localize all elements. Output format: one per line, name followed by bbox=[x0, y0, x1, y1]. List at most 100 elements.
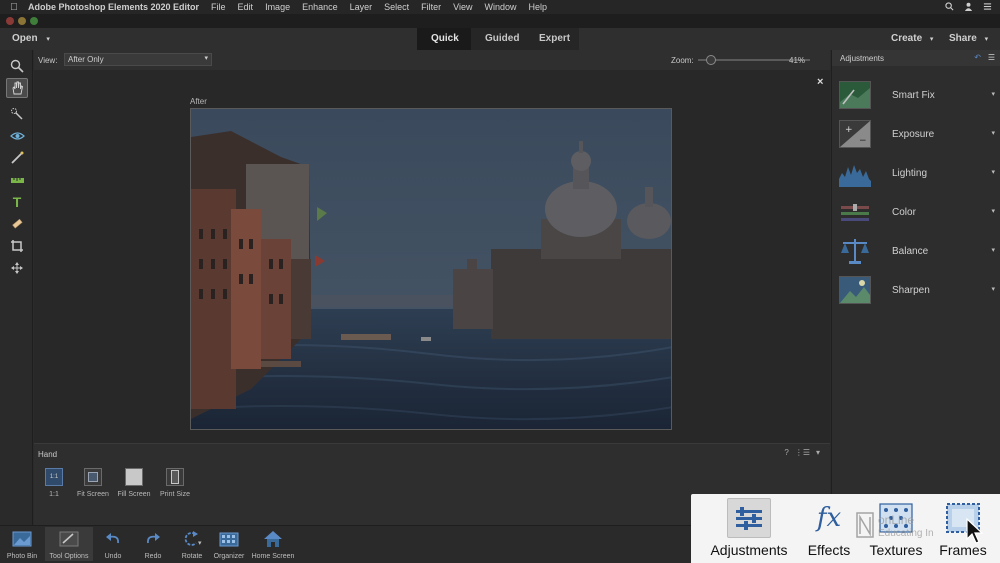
undo-button[interactable]: Undo bbox=[98, 529, 128, 560]
organizer-button[interactable]: Organizer bbox=[210, 529, 248, 560]
menu-file[interactable]: File bbox=[211, 2, 226, 12]
adjustment-exposure[interactable]: + − Exposure ▾ bbox=[839, 120, 999, 150]
venice-photo bbox=[191, 109, 671, 429]
window-minimize-button[interactable] bbox=[18, 17, 26, 25]
lighting-label: Lighting bbox=[892, 168, 928, 179]
print-size-label: Print Size bbox=[160, 491, 190, 498]
effects-panel-button[interactable]: fx Effects bbox=[801, 498, 857, 560]
straighten-tool-icon[interactable] bbox=[6, 170, 28, 190]
help-icon[interactable]: ? bbox=[784, 448, 788, 457]
zoom-value: 41% bbox=[789, 56, 806, 65]
tool-options-title: Hand bbox=[38, 450, 58, 459]
menu-select[interactable]: Select bbox=[384, 2, 409, 12]
view-select-value: After Only bbox=[68, 55, 104, 64]
tab-guided[interactable]: Guided bbox=[471, 28, 525, 50]
rotate-button[interactable]: ▾ Rotate bbox=[176, 529, 208, 560]
spot-healing-tool-icon[interactable] bbox=[6, 214, 28, 234]
crop-tool-icon[interactable] bbox=[6, 236, 28, 256]
move-tool-icon[interactable] bbox=[6, 258, 28, 278]
adjustments-header-title: Adjustments bbox=[840, 54, 885, 63]
menu-list-icon[interactable] bbox=[983, 2, 992, 13]
print-size-button[interactable]: Print Size bbox=[151, 468, 199, 498]
window-close-button[interactable] bbox=[6, 17, 14, 25]
rotate-label: Rotate bbox=[181, 553, 203, 560]
collapse-chevron-icon[interactable]: ▾ bbox=[816, 448, 820, 457]
photo-bin-button[interactable]: Photo Bin bbox=[3, 529, 41, 560]
menu-window[interactable]: Window bbox=[485, 2, 517, 12]
watermark-line1: onLine bbox=[878, 513, 915, 527]
watermark-logo: onLine Educating In bbox=[856, 510, 966, 544]
textures-button-label: Textures bbox=[869, 542, 923, 558]
tool-options-icon bbox=[45, 529, 93, 549]
menu-image[interactable]: Image bbox=[265, 2, 290, 12]
adjustment-color[interactable]: Color ▾ bbox=[839, 198, 999, 228]
photo-bin-label: Photo Bin bbox=[6, 553, 38, 560]
menu-edit[interactable]: Edit bbox=[238, 2, 254, 12]
balance-label: Balance bbox=[892, 246, 929, 257]
panel-menu-icon[interactable]: ☰ bbox=[988, 53, 995, 62]
home-screen-label: Home Screen bbox=[251, 553, 295, 560]
more-icon[interactable]: ⋮☰ bbox=[795, 448, 810, 457]
adjustment-balance[interactable]: Balance ▾ bbox=[839, 237, 999, 267]
smart-fix-label: Smart Fix bbox=[892, 90, 935, 101]
caret-down-icon: ▾ bbox=[991, 247, 995, 254]
redo-label: Redo bbox=[144, 553, 162, 560]
quick-selection-tool-icon[interactable] bbox=[6, 104, 28, 124]
window-maximize-button[interactable] bbox=[30, 17, 38, 25]
adjustment-smart-fix[interactable]: Smart Fix ▾ bbox=[839, 81, 999, 111]
lighting-icon bbox=[839, 159, 871, 187]
reset-icon[interactable]: ↶ bbox=[974, 53, 981, 62]
view-select[interactable]: After Only ▾ bbox=[64, 53, 212, 66]
window-titlebar bbox=[0, 14, 1000, 28]
hand-tool-icon[interactable] bbox=[6, 78, 28, 98]
caret-down-icon: ▾ bbox=[991, 208, 995, 215]
tab-quick[interactable]: Quick bbox=[417, 28, 471, 50]
tool-options-button[interactable]: Tool Options bbox=[45, 527, 93, 561]
undo-label: Undo bbox=[104, 553, 122, 560]
share-button[interactable]: Share ▾ bbox=[949, 33, 988, 44]
fill-screen-icon bbox=[125, 468, 143, 486]
sharpen-label: Sharpen bbox=[892, 285, 930, 296]
open-button[interactable]: Open ▾ bbox=[12, 33, 50, 44]
undo-icon bbox=[98, 529, 128, 549]
user-icon[interactable] bbox=[964, 2, 973, 13]
create-button[interactable]: Create ▾ bbox=[891, 33, 933, 44]
type-tool-icon[interactable]: T bbox=[6, 192, 28, 212]
mac-menubar:  Adobe Photoshop Elements 2020 Editor F… bbox=[0, 0, 1000, 14]
home-screen-button[interactable]: Home Screen bbox=[248, 529, 298, 560]
print-size-icon bbox=[166, 468, 184, 486]
caret-down-icon: ▾ bbox=[46, 36, 50, 43]
photo-image[interactable] bbox=[190, 108, 672, 430]
menu-help[interactable]: Help bbox=[529, 2, 548, 12]
fx-glyph: fx bbox=[816, 503, 842, 533]
svg-text:−: − bbox=[859, 136, 867, 146]
red-eye-tool-icon[interactable] bbox=[6, 126, 28, 146]
caret-down-icon: ▾ bbox=[991, 130, 995, 137]
canvas-area: × After bbox=[34, 70, 830, 443]
rotate-icon: ▾ bbox=[176, 529, 208, 549]
effects-button-label: Effects bbox=[807, 542, 851, 558]
adjustments-header: Adjustments ↶ ☰ bbox=[832, 50, 1000, 66]
caret-down-icon: ▾ bbox=[991, 286, 995, 293]
adjustments-panel-button[interactable]: Adjustments bbox=[705, 498, 793, 560]
apple-icon[interactable]:  bbox=[0, 2, 28, 13]
sliders-icon bbox=[727, 498, 771, 538]
fit-screen-label: Fit Screen bbox=[77, 491, 109, 498]
tool-options-label: Tool Options bbox=[49, 553, 89, 560]
menu-filter[interactable]: Filter bbox=[421, 2, 441, 12]
zoom-tool-icon[interactable] bbox=[6, 56, 28, 76]
zoom-label: Zoom: bbox=[671, 56, 694, 65]
whiten-teeth-tool-icon[interactable] bbox=[6, 148, 28, 168]
redo-button[interactable]: Redo bbox=[138, 529, 168, 560]
menu-enhance[interactable]: Enhance bbox=[302, 2, 338, 12]
close-document-icon[interactable]: × bbox=[817, 76, 823, 88]
adjustment-sharpen[interactable]: Sharpen ▾ bbox=[839, 276, 999, 306]
menu-view[interactable]: View bbox=[453, 2, 472, 12]
menu-layer[interactable]: Layer bbox=[350, 2, 373, 12]
app-name-menu[interactable]: Adobe Photoshop Elements 2020 Editor bbox=[28, 2, 199, 12]
search-icon[interactable] bbox=[945, 1, 954, 13]
adjustment-lighting[interactable]: Lighting ▾ bbox=[839, 159, 999, 189]
fx-icon: fx bbox=[807, 498, 851, 538]
zoom-slider-thumb[interactable] bbox=[706, 55, 716, 65]
tab-expert[interactable]: Expert bbox=[525, 28, 579, 50]
